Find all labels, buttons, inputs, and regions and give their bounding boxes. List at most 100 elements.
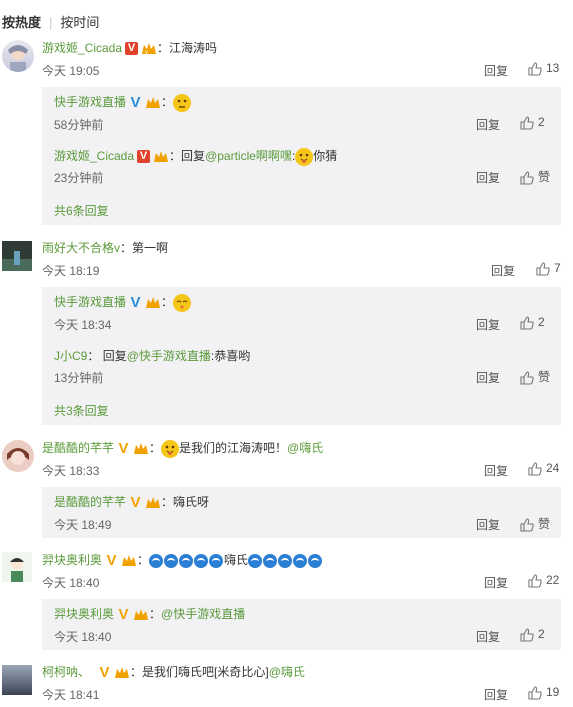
- crown-icon: [145, 296, 161, 310]
- avatar[interactable]: [2, 552, 32, 582]
- username[interactable]: 羿块奥利奥: [54, 607, 114, 621]
- comment-text: 第一啊: [132, 241, 169, 255]
- username[interactable]: 快手游戏直播: [54, 95, 126, 109]
- wave-emoji-icon: [179, 553, 194, 568]
- vip-gold-icon: V: [99, 664, 110, 682]
- mention-link[interactable]: @快手游戏直播: [127, 349, 211, 363]
- like-button[interactable]: 2: [520, 115, 545, 130]
- like-button[interactable]: 22: [528, 573, 559, 588]
- crown-icon: [153, 150, 169, 164]
- username[interactable]: 是酷酷的芊芊: [42, 441, 114, 455]
- like-button[interactable]: 24: [528, 461, 559, 476]
- like-button[interactable]: 赞: [520, 168, 550, 185]
- more-replies-link[interactable]: 共3条回复: [54, 402, 109, 419]
- sort-by-time[interactable]: 按时间: [60, 15, 99, 30]
- comment-text: 是我们嗨氏吧[米奇比心]: [142, 665, 269, 679]
- sub-comment-line: J小C9： 回复@快手游戏直播:恭喜哟: [54, 349, 251, 363]
- like-button[interactable]: 19: [528, 685, 559, 700]
- username[interactable]: 游戏姬_Cicada: [42, 41, 122, 55]
- comment-time: 今天 18:49: [54, 518, 112, 532]
- thumbs-up-icon: [520, 316, 534, 330]
- username[interactable]: 快手游戏直播: [54, 295, 126, 309]
- comment-time: 今天 18:19: [42, 264, 100, 278]
- reply-button[interactable]: 回复: [484, 62, 508, 79]
- like-button[interactable]: 7: [536, 261, 561, 276]
- username[interactable]: 雨好大不合格v: [42, 241, 120, 255]
- avatar[interactable]: [2, 40, 34, 72]
- username[interactable]: 柯柯呐、: [42, 665, 90, 679]
- comment-line: 游戏姬_Cicada Vv ：江海涛吗: [42, 41, 218, 56]
- more-replies-link[interactable]: 共6条回复: [54, 202, 109, 219]
- thumbs-up-icon: [528, 686, 542, 700]
- comment-time: 今天 18:33: [42, 464, 100, 478]
- kiss-emoji-icon: [173, 293, 192, 312]
- thinking-emoji-icon: [173, 93, 192, 112]
- reply-button[interactable]: 回复: [476, 316, 500, 333]
- mention-link[interactable]: @快手游戏直播: [161, 607, 245, 621]
- reply-button[interactable]: 回复: [476, 516, 500, 533]
- like-button[interactable]: 赞: [520, 368, 550, 385]
- reply-button[interactable]: 回复: [484, 686, 508, 703]
- like-button[interactable]: 赞: [520, 515, 550, 532]
- crown-icon: v: [141, 42, 157, 56]
- like-count: 19: [546, 685, 560, 699]
- comment-line: 雨好大不合格v：第一啊: [42, 241, 169, 255]
- sort-by-hot[interactable]: 按热度: [2, 15, 41, 30]
- svg-text:v: v: [145, 50, 148, 56]
- mention-link[interactable]: @particle啊啊嘿: [205, 149, 292, 163]
- reply-prefix: 回复: [181, 149, 206, 163]
- username[interactable]: 是酷酷的芊芊: [54, 495, 126, 509]
- comment-text: 江海涛吗: [169, 41, 218, 55]
- comment-line: 是酷酷的芊芊 V：是我们的江海涛吧！@嗨氏: [42, 439, 324, 458]
- comment-text: 嗨氏呀: [173, 495, 210, 509]
- vip-icon: V: [137, 150, 151, 164]
- comment-text: 恭喜哟: [214, 349, 251, 363]
- reply-button[interactable]: 回复: [491, 262, 515, 279]
- reply-button[interactable]: 回复: [476, 169, 500, 186]
- mention-link[interactable]: @嗨氏: [287, 441, 323, 455]
- avatar[interactable]: [2, 440, 34, 472]
- crown-icon: [121, 554, 137, 568]
- like-count: 2: [538, 627, 545, 641]
- tongue-emoji-icon: [295, 147, 314, 166]
- sub-comment-line: 是酷酷的芊芊 V ：嗨氏呀: [54, 494, 210, 512]
- wave-emoji-icon: [149, 553, 164, 568]
- username[interactable]: J小C9: [54, 349, 87, 363]
- vip-blue-icon: V: [130, 94, 141, 112]
- crown-icon: [145, 496, 161, 510]
- sort-bar: 按热度 | 按时间: [2, 15, 100, 30]
- reply-button[interactable]: 回复: [476, 116, 500, 133]
- thumbs-up-icon: [520, 171, 534, 185]
- sub-comment-line: 游戏姬_Cicada V ：回复@particle啊啊嘿: 你猜: [54, 147, 337, 166]
- sub-comment-line: 快手游戏直播 V：: [54, 93, 192, 112]
- like-count: 赞: [538, 370, 551, 384]
- thumbs-up-icon: [520, 371, 534, 385]
- reply-button[interactable]: 回复: [476, 628, 500, 645]
- avatar[interactable]: [2, 665, 32, 695]
- like-button[interactable]: 2: [520, 627, 545, 642]
- vip-gold-icon: V: [130, 494, 141, 512]
- username[interactable]: 游戏姬_Cicada: [54, 149, 134, 163]
- wave-emoji-icon: [194, 553, 209, 568]
- mention-link[interactable]: @嗨氏: [269, 665, 305, 679]
- like-count: 2: [538, 315, 545, 329]
- reply-button[interactable]: 回复: [484, 574, 508, 591]
- vip-gold-icon: V: [118, 606, 129, 624]
- wave-emoji-icon: [293, 553, 308, 568]
- like-button[interactable]: 13: [528, 61, 559, 76]
- like-count: 7: [554, 261, 561, 275]
- avatar[interactable]: [2, 241, 32, 271]
- comment-time: 今天 18:34: [54, 318, 112, 332]
- reply-button[interactable]: 回复: [476, 369, 500, 386]
- username[interactable]: 羿块奥利奥: [42, 553, 102, 567]
- comment-line: 柯柯呐、 V ：是我们嗨氏吧[米奇比心]@嗨氏: [42, 664, 305, 682]
- crown-icon: [114, 666, 130, 680]
- like-button[interactable]: 2: [520, 315, 545, 330]
- wave-emoji-icon: [278, 553, 293, 568]
- wave-emoji-icon: [248, 553, 263, 568]
- reply-button[interactable]: 回复: [484, 462, 508, 479]
- like-count: 24: [546, 461, 560, 475]
- comment-line: 羿块奥利奥 V：嗨氏: [42, 551, 323, 568]
- crown-icon: [133, 442, 149, 456]
- wave-emoji-icon: [209, 553, 224, 568]
